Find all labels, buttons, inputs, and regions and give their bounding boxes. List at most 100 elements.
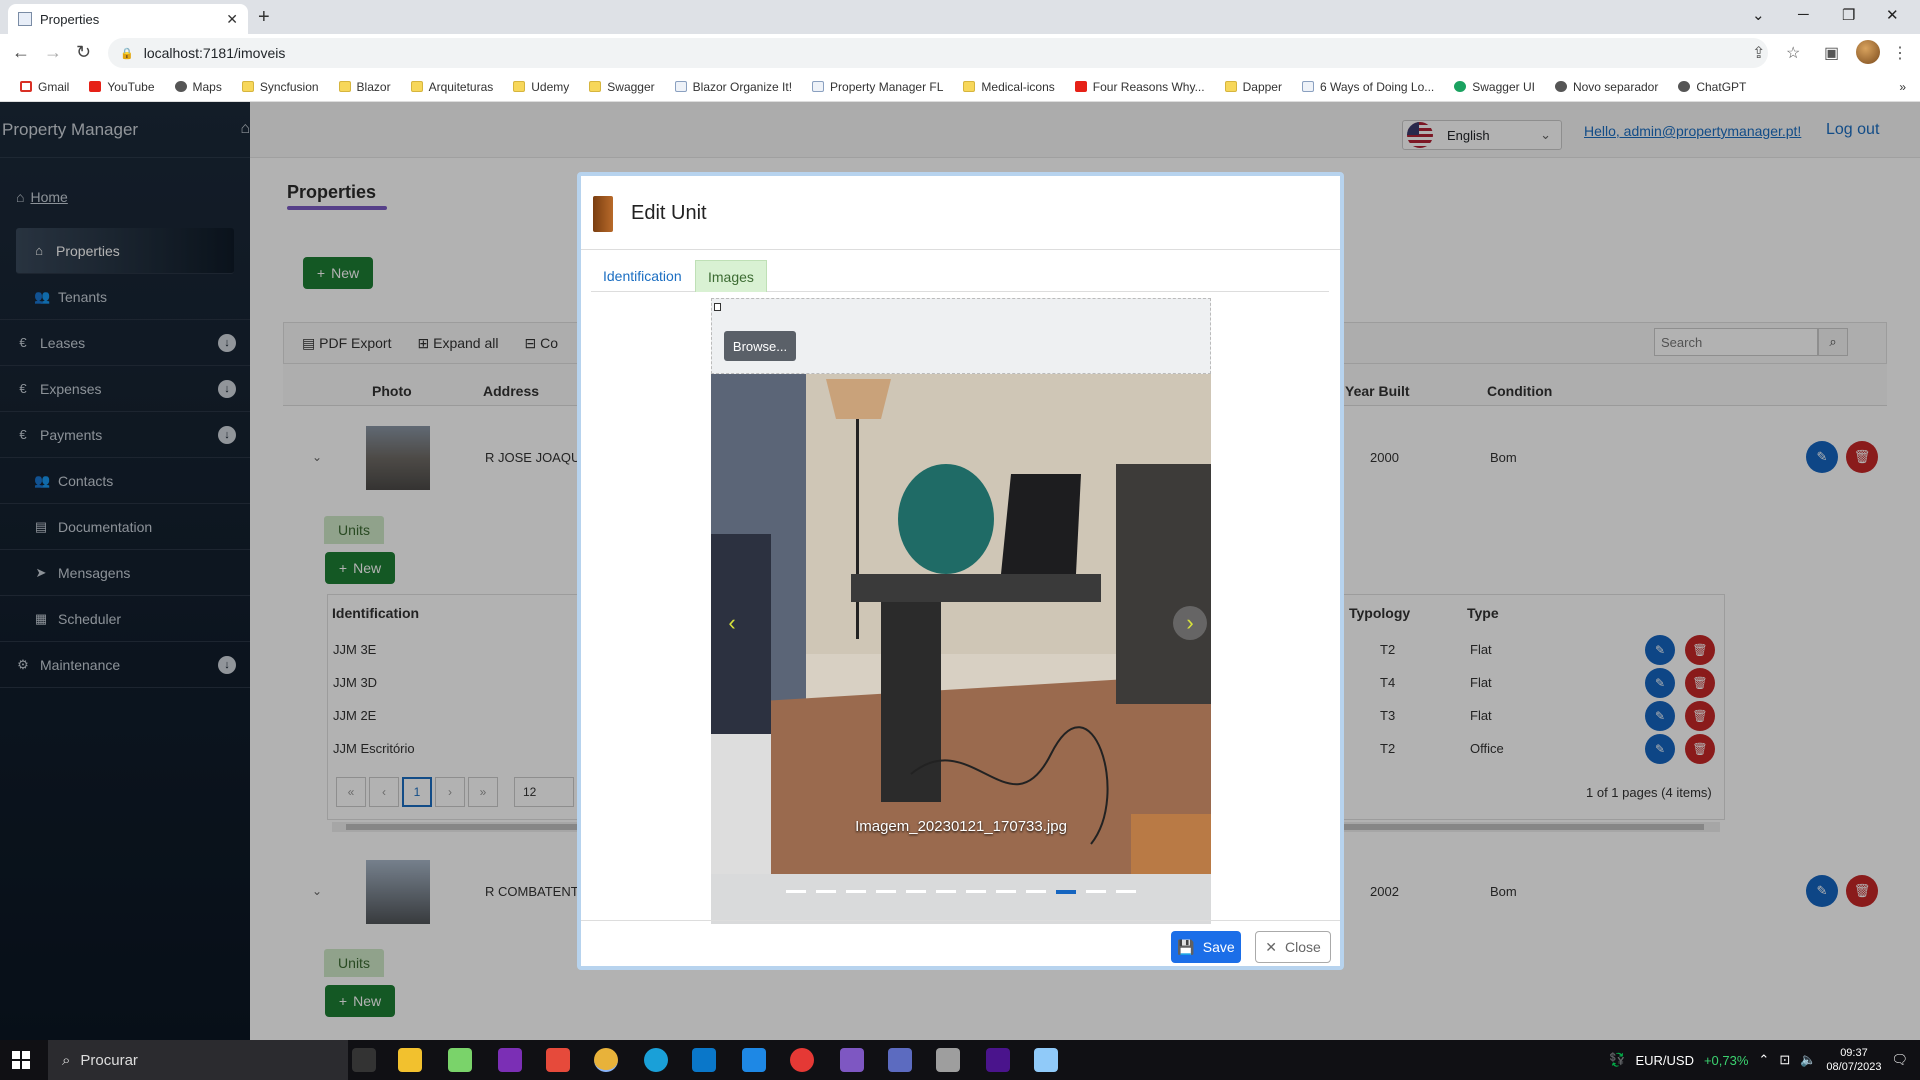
share-icon[interactable]: ⇪ (1752, 43, 1765, 63)
volume-icon[interactable]: 🔈 (1800, 1052, 1816, 1068)
slide-indicator[interactable] (1026, 890, 1046, 893)
bookmark-icon (812, 81, 825, 92)
terminal-icon[interactable] (986, 1048, 1010, 1072)
bookmark-item[interactable]: Novo separador (1547, 80, 1666, 94)
slide-indicator[interactable] (1116, 890, 1136, 893)
slide-indicators (711, 890, 1211, 902)
browser-icon[interactable] (790, 1048, 814, 1072)
more-bookmarks-icon[interactable]: » (1899, 80, 1906, 94)
bookmark-item[interactable]: Blazor (331, 80, 399, 94)
slide-indicator[interactable] (906, 890, 926, 893)
page-favicon-icon (18, 12, 32, 26)
bookmark-item[interactable]: YouTube (81, 80, 162, 94)
file-explorer-icon[interactable] (398, 1048, 422, 1072)
save-button[interactable]: 💾 Save (1171, 931, 1241, 963)
ticker-change: +0,73% (1703, 1052, 1749, 1068)
bookmark-item[interactable]: Swagger (581, 80, 662, 94)
folder-icon (963, 81, 976, 92)
bookmark-item[interactable]: Medical-icons (955, 80, 1062, 94)
slide-indicator[interactable] (1086, 890, 1106, 893)
onenote-icon[interactable] (498, 1048, 522, 1072)
address-bar[interactable]: 🔒 localhost:7181/imoveis (108, 38, 1768, 68)
bookmark-item[interactable]: Swagger UI (1446, 80, 1543, 94)
folder-icon (513, 81, 526, 92)
visual-studio-icon[interactable] (840, 1048, 864, 1072)
clock[interactable]: 09:37 08/07/2023 (1826, 1046, 1881, 1074)
bookmark-item[interactable]: ChatGPT (1670, 80, 1754, 94)
bookmark-item[interactable]: Arquiteturas (403, 80, 502, 94)
url-text: localhost:7181/imoveis (143, 45, 286, 61)
bookmark-item[interactable]: Blazor Organize It! (667, 80, 800, 94)
tab-images[interactable]: Images (695, 260, 767, 292)
bookmark-star-icon[interactable]: ☆ (1786, 43, 1800, 63)
tab-identification[interactable]: Identification (591, 260, 694, 292)
system-tray: 💱 EUR/USD +0,73% ⌃ ⊡ 🔈 09:37 08/07/2023 … (1609, 1040, 1920, 1080)
folder-icon (589, 81, 602, 92)
browser-tab[interactable]: Properties ✕ (8, 4, 248, 34)
next-slide-icon[interactable]: › (1173, 606, 1207, 640)
slide-indicator[interactable] (996, 890, 1016, 893)
task-view-icon[interactable] (352, 1048, 376, 1072)
taskbar-search[interactable]: ⌕ Procurar (48, 1040, 348, 1080)
app-icon[interactable] (546, 1048, 570, 1072)
folder-icon (338, 81, 351, 92)
currency-icon: 💱 (1609, 1052, 1626, 1067)
slide-indicator[interactable] (876, 890, 896, 893)
browse-button[interactable]: Browse... (724, 331, 796, 361)
slide-indicator[interactable] (966, 890, 986, 893)
vscode-icon[interactable] (742, 1048, 766, 1072)
slide-indicator[interactable] (786, 890, 806, 893)
browser-tab-strip: Properties ✕ + ⌄ ─ ❐ ✕ (0, 0, 1920, 34)
bookmark-item[interactable]: Udemy (505, 80, 577, 94)
tray-expand-icon[interactable]: ⌃ (1758, 1052, 1769, 1068)
new-tab-icon[interactable]: + (258, 6, 270, 29)
image-carousel: ‹ › Imagem_20230121_170733.jpg (711, 374, 1211, 924)
edge-icon[interactable] (644, 1048, 668, 1072)
bookmark-item[interactable]: Dapper (1217, 80, 1290, 94)
app-icon[interactable] (888, 1048, 912, 1072)
close-button[interactable]: ✕ Close (1255, 931, 1331, 963)
folder-icon (1224, 81, 1237, 92)
slide-indicator[interactable] (816, 890, 836, 893)
ticker-label[interactable]: EUR/USD (1635, 1053, 1694, 1068)
browser-tab-title: Properties (40, 11, 100, 27)
store-icon[interactable] (692, 1048, 716, 1072)
back-icon[interactable]: ← (12, 42, 30, 63)
notifications-icon[interactable]: 🗨 (1891, 1052, 1908, 1068)
bookmark-item[interactable]: 6 Ways of Doing Lo... (1294, 80, 1442, 94)
browser-menu-icon[interactable]: ⋮ (1892, 43, 1908, 63)
bookmark-item[interactable]: Maps (167, 80, 230, 94)
folder-icon (410, 81, 423, 92)
profile-avatar[interactable] (1856, 40, 1880, 64)
app-icon[interactable] (1034, 1048, 1058, 1072)
edit-unit-dialog: Edit Unit Identification Images Browse..… (577, 172, 1344, 970)
chrome-icon[interactable] (594, 1048, 618, 1072)
previous-slide-icon[interactable]: ‹ (715, 606, 749, 640)
slide-indicator[interactable] (1056, 890, 1076, 894)
bookmark-item[interactable]: Syncfusion (234, 80, 327, 94)
slide-indicator[interactable] (846, 890, 866, 893)
database-icon[interactable] (936, 1048, 960, 1072)
restore-icon[interactable]: ❐ (1842, 6, 1855, 24)
unit-photo (711, 374, 1211, 874)
tab-search-icon[interactable]: ⌄ (1752, 6, 1765, 24)
forward-icon[interactable]: → (44, 42, 62, 63)
folder-icon (241, 81, 254, 92)
bookmark-item[interactable]: Property Manager FL (804, 80, 951, 94)
network-icon[interactable]: ⊡ (1779, 1052, 1790, 1068)
minimize-icon[interactable]: ─ (1798, 6, 1809, 23)
search-icon: ⌕ (62, 1051, 71, 1069)
close-window-icon[interactable]: ✕ (1886, 6, 1899, 24)
book-icon (593, 196, 613, 232)
notes-app-icon[interactable] (448, 1048, 472, 1072)
windows-start-icon[interactable] (12, 1051, 30, 1069)
select-checkbox[interactable] (714, 303, 721, 311)
bookmarks-bar: Gmail YouTube Maps Syncfusion Blazor Arquitet… (0, 72, 1920, 102)
close-tab-icon[interactable]: ✕ (226, 11, 238, 28)
side-panel-icon[interactable]: ▣ (1824, 43, 1839, 63)
bookmark-item[interactable]: Four Reasons Why... (1067, 80, 1213, 94)
slide-indicator[interactable] (936, 890, 956, 893)
reload-icon[interactable]: ↻ (76, 42, 91, 63)
bookmark-icon (20, 81, 32, 92)
bookmark-item[interactable]: Gmail (12, 80, 77, 94)
